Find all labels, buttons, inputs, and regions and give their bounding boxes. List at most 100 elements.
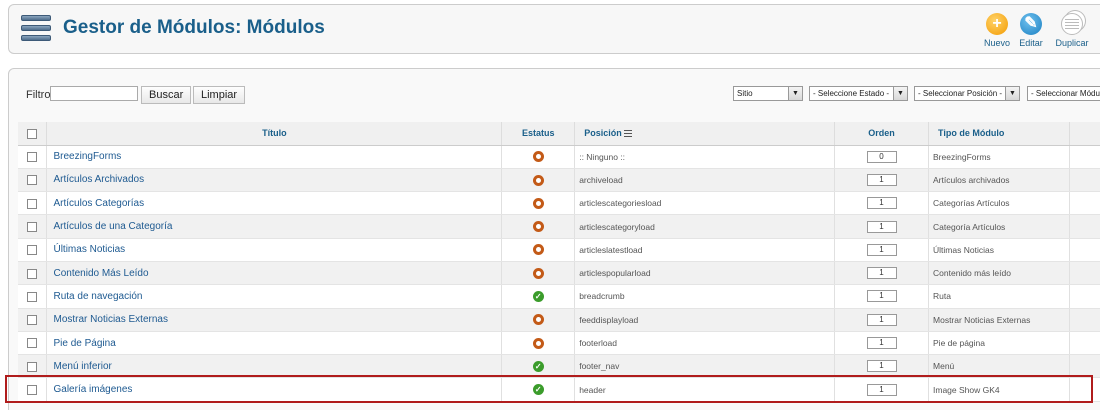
order-input[interactable]: 1 — [866, 360, 897, 373]
table-row: BreezingForms:: Ninguno :: 0 BreezingForms — [18, 145, 1100, 169]
row-checkbox[interactable] — [27, 152, 38, 163]
row-checkbox[interactable] — [27, 245, 38, 256]
position-cell: feeddisplayload — [574, 308, 836, 332]
order-input[interactable]: 1 — [866, 267, 897, 280]
position-cell: articlespopularload — [574, 261, 836, 286]
extra-cell — [1069, 238, 1100, 262]
site-select[interactable]: Sitio ▼ — [733, 86, 803, 101]
column-header-type[interactable]: Tipo de Módulo — [928, 122, 1070, 146]
module-title-link[interactable]: Galería imágenes — [51, 384, 132, 395]
row-checkbox[interactable] — [27, 315, 38, 326]
order-input[interactable]: 1 — [866, 290, 897, 303]
module-title-link[interactable]: Artículos de una Categoría — [51, 221, 172, 232]
extra-cell — [1069, 214, 1100, 239]
row-checkbox[interactable] — [27, 338, 38, 349]
site-select-value: Sitio — [737, 89, 753, 98]
order-cell: 1 — [834, 377, 930, 402]
row-checkbox[interactable] — [27, 198, 38, 209]
page-header: Gestor de Módulos: Módulos + Nuevo ✎ Edi… — [8, 4, 1100, 54]
order-cell: 1 — [834, 238, 930, 262]
unpublished-icon[interactable] — [532, 221, 544, 233]
duplicate-button[interactable]: Duplicar — [1052, 13, 1092, 48]
title-cell: Pie de Página — [46, 331, 503, 356]
module-title-link[interactable]: Mostrar Noticias Externas — [51, 314, 167, 325]
position-cell: archiveload — [574, 168, 836, 193]
published-check-icon[interactable]: ✓ — [532, 291, 544, 303]
column-header-title[interactable]: Título — [46, 122, 503, 146]
module-type-cell: Contenido más leído — [928, 261, 1070, 286]
chevron-down-icon: ▼ — [1005, 87, 1019, 100]
module-title-link[interactable]: Menú inferior — [51, 361, 111, 372]
status-cell — [501, 261, 576, 286]
order-cell: 1 — [834, 354, 930, 379]
row-select-cell — [18, 238, 48, 262]
module-title-link[interactable]: Ruta de navegación — [51, 291, 142, 302]
order-input[interactable]: 1 — [866, 337, 897, 350]
position-cell: :: Ninguno :: — [574, 145, 836, 169]
position-cell: breadcrumb — [574, 284, 836, 309]
row-select-cell — [18, 261, 48, 286]
extra-cell — [1069, 308, 1100, 332]
published-check-icon[interactable]: ✓ — [532, 360, 544, 372]
column-header-position[interactable]: Posición — [574, 122, 836, 146]
column-header-order[interactable]: Orden — [834, 122, 930, 146]
position-cell: footer_nav — [574, 354, 836, 379]
unpublished-icon[interactable] — [532, 314, 544, 326]
unpublished-icon[interactable] — [532, 337, 544, 349]
edit-button[interactable]: ✎ Editar — [1011, 13, 1051, 48]
extra-cell — [1069, 284, 1100, 309]
module-type-select[interactable]: - Seleccionar Módu — [1027, 86, 1100, 101]
filter-input[interactable] — [50, 86, 138, 101]
unpublished-icon[interactable] — [532, 197, 544, 209]
order-cell: 1 — [834, 214, 930, 239]
row-select-cell — [18, 191, 48, 216]
row-select-cell — [18, 308, 48, 332]
clear-button[interactable]: Limpiar — [193, 86, 246, 104]
select-all-checkbox[interactable] — [27, 128, 38, 139]
order-input[interactable]: 1 — [866, 243, 897, 256]
table-row: Mostrar Noticias Externas feeddisplayload… — [18, 308, 1100, 332]
published-check-icon[interactable]: ✓ — [532, 384, 544, 396]
row-checkbox[interactable] — [27, 175, 38, 186]
unpublished-icon[interactable] — [532, 174, 544, 186]
row-checkbox[interactable] — [27, 268, 38, 279]
select-all-header[interactable] — [18, 122, 48, 146]
module-title-link[interactable]: Contenido Más Leído — [51, 268, 148, 279]
unpublished-icon[interactable] — [532, 244, 544, 256]
unpublished-icon[interactable] — [532, 267, 544, 279]
module-type-cell: Artículos archivados — [928, 168, 1070, 193]
order-input[interactable]: 1 — [866, 313, 897, 326]
row-checkbox[interactable] — [27, 361, 38, 372]
order-input[interactable]: 1 — [866, 173, 897, 186]
module-title-link[interactable]: Artículos Archivados — [51, 174, 144, 185]
search-button[interactable]: Buscar — [141, 86, 192, 104]
row-checkbox[interactable] — [27, 291, 38, 302]
row-select-cell — [18, 354, 48, 379]
order-input[interactable]: 1 — [866, 220, 897, 233]
unpublished-icon[interactable] — [532, 151, 544, 163]
position-select[interactable]: - Seleccionar Posición - ▼ — [914, 86, 1020, 101]
sort-icon — [623, 129, 632, 138]
order-cell: 1 — [834, 261, 930, 286]
title-cell: Artículos Archivados — [46, 168, 503, 193]
duplicate-button-label: Duplicar — [1055, 38, 1089, 48]
state-select-value: - Seleccione Estado - — [813, 89, 890, 98]
order-input[interactable]: 0 — [866, 150, 897, 163]
module-title-link[interactable]: BreezingForms — [51, 151, 121, 162]
module-type-cell: Categorías Artículos — [928, 191, 1070, 216]
module-title-link[interactable]: Pie de Página — [51, 338, 115, 349]
row-checkbox[interactable] — [27, 221, 38, 232]
module-title-link[interactable]: Últimas Noticias — [51, 244, 125, 255]
position-cell: header — [574, 377, 836, 402]
status-cell — [501, 145, 576, 169]
status-cell — [501, 191, 576, 216]
order-cell: 1 — [834, 284, 930, 309]
row-checkbox[interactable] — [27, 384, 38, 395]
order-input[interactable]: 1 — [866, 383, 897, 396]
column-header-status[interactable]: Estatus — [501, 122, 576, 146]
order-input[interactable]: 1 — [866, 197, 897, 210]
module-type-cell: Pie de página — [928, 331, 1070, 356]
title-cell: Menú inferior — [46, 354, 503, 379]
state-select[interactable]: - Seleccione Estado - ▼ — [809, 86, 908, 101]
module-title-link[interactable]: Artículos Categorías — [51, 198, 144, 209]
